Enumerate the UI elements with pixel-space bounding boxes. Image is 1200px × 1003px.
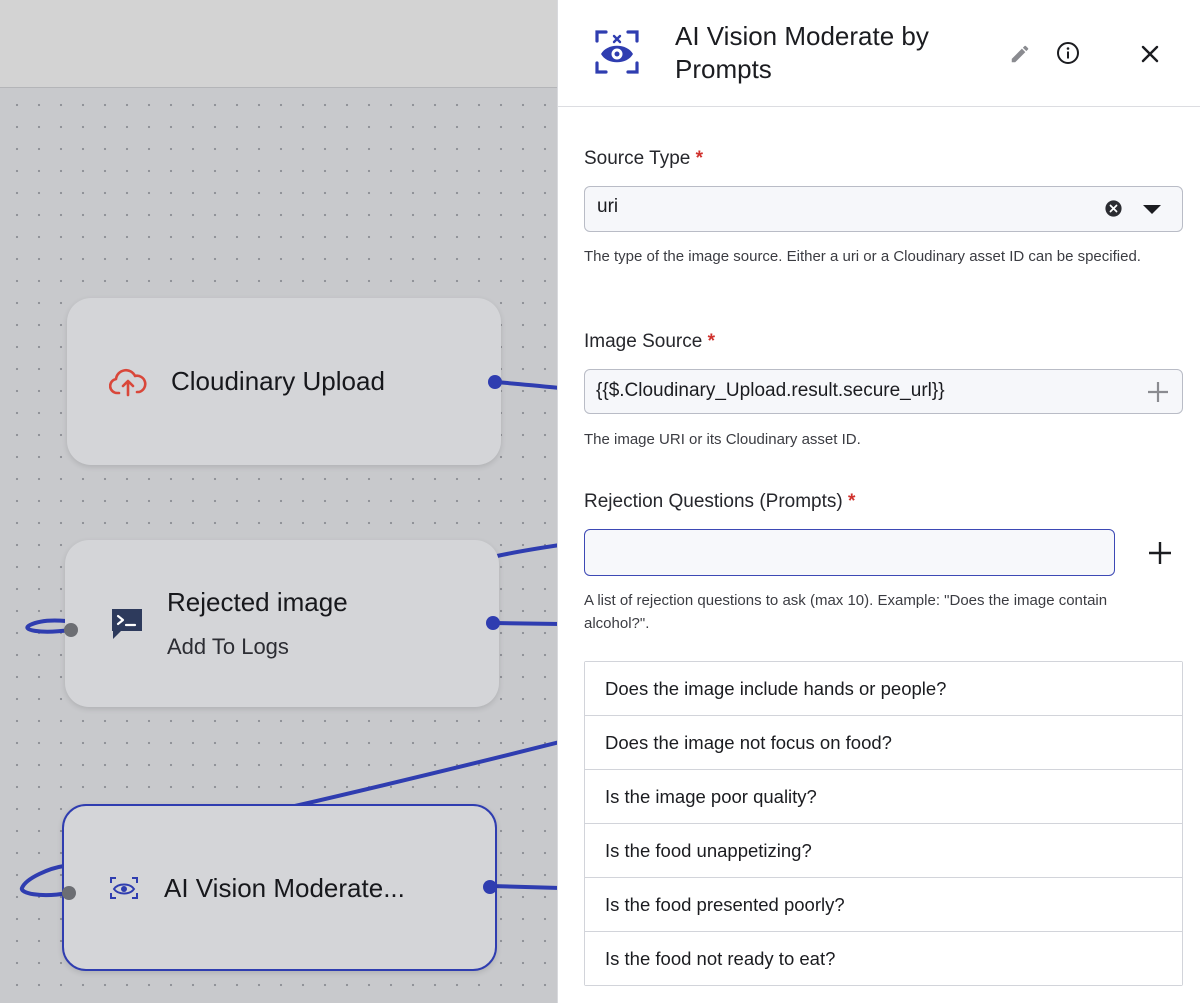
info-icon[interactable] [1054,39,1082,67]
image-source-value: {{$.Cloudinary_Upload.result.secure_url}… [596,380,945,401]
edge-into-rejected-top [496,543,560,558]
image-source-label: Image Source * [584,331,715,352]
chevron-down-icon[interactable] [1142,203,1162,221]
node-rejected-image[interactable]: Rejected image Add To Logs [64,540,500,707]
plus-icon [1149,542,1171,564]
edge-vision-top [294,740,560,808]
panel-header: AI Vision Moderate by Prompts [558,0,1200,107]
output-port[interactable] [483,880,497,894]
ai-vision-eye-icon [595,30,639,79]
required-marker: * [848,491,856,512]
workflow-canvas[interactable]: Cloudinary Upload Rejected image Add To … [0,0,560,1003]
source-type-help: The type of the image source. Either a u… [584,248,1141,265]
image-source-help: The image URI or its Cloudinary asset ID… [584,431,861,448]
edge-upload-out [494,380,560,390]
node-title: Cloudinary Upload [171,366,385,396]
node-title: AI Vision Moderate... [164,873,405,903]
cloud-upload-icon [108,368,147,403]
output-port[interactable] [486,616,500,630]
clear-icon[interactable] [1104,199,1123,223]
pencil-icon[interactable] [1006,40,1034,68]
input-port[interactable] [62,886,76,900]
plus-icon[interactable] [1147,381,1169,408]
rejection-questions-label: Rejection Questions (Prompts) * [584,491,856,512]
required-marker: * [695,148,704,169]
node-ai-vision-moderate[interactable]: AI Vision Moderate... [62,804,497,971]
node-subtitle: Add To Logs [167,634,289,659]
add-question-button[interactable] [1148,541,1172,565]
output-port[interactable] [488,375,502,389]
source-type-value: uri [597,196,619,217]
list-item[interactable]: Is the food not ready to eat? [585,932,1182,985]
rejection-questions-help: A list of rejection questions to ask (ma… [584,592,1108,632]
image-source-input[interactable]: {{$.Cloudinary_Upload.result.secure_url}… [584,369,1183,414]
terminal-log-icon [109,606,145,647]
list-item[interactable]: Does the image not focus on food? [585,716,1182,770]
required-marker: * [707,331,715,352]
source-type-label: Source Type * [584,148,704,169]
rejection-question-input[interactable] [584,529,1115,576]
ai-vision-eye-icon [110,876,138,905]
node-title: Rejected image [167,587,348,617]
input-port[interactable] [64,623,78,637]
source-type-select[interactable]: uri [584,186,1183,232]
node-settings-panel: AI Vision Moderate by Prompts Source Typ… [557,0,1200,1003]
edge-vision-out [490,884,560,890]
close-icon[interactable] [1136,40,1164,68]
list-item[interactable]: Does the image include hands or people? [585,662,1182,716]
panel-title: AI Vision Moderate by Prompts [675,21,929,84]
list-item[interactable]: Is the food unappetizing? [585,824,1182,878]
node-cloudinary-upload[interactable]: Cloudinary Upload [67,298,502,465]
edge-rejected-out [493,621,560,626]
list-item[interactable]: Is the food presented poorly? [585,878,1182,932]
list-item[interactable]: Is the image poor quality? [585,770,1182,824]
rejection-questions-list: Does the image include hands or people? … [584,661,1183,986]
